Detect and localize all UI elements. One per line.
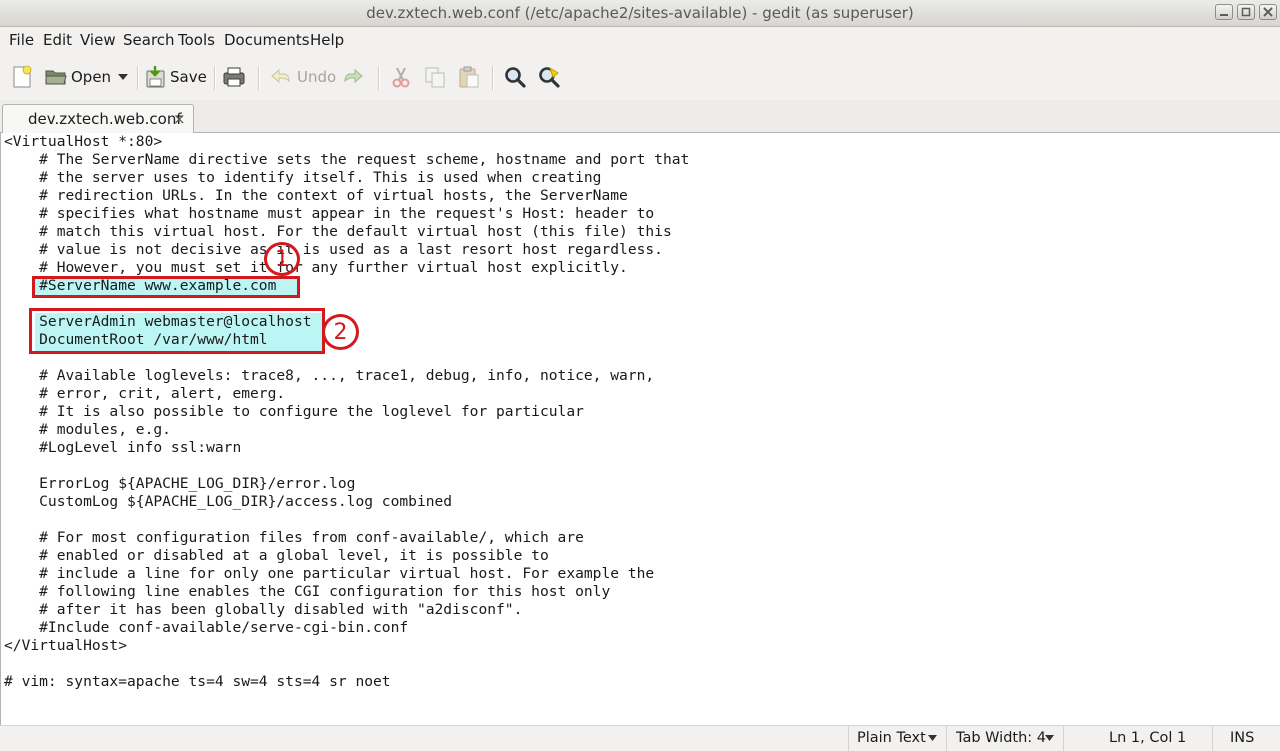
close-window-button[interactable] <box>1259 4 1277 20</box>
minimize-button[interactable] <box>1215 4 1233 20</box>
editor-line: # For most configuration files from conf… <box>4 529 584 546</box>
annotation-marker-1: 1 <box>264 242 300 276</box>
editor-line: CustomLog ${APACHE_LOG_DIR}/access.log c… <box>4 493 453 510</box>
editor-line: ErrorLog ${APACHE_LOG_DIR}/error.log <box>4 475 356 492</box>
open-dropdown-icon[interactable] <box>116 72 130 96</box>
editor-line: #Include conf-available/serve-cgi-bin.co… <box>4 619 409 636</box>
print-icon[interactable] <box>222 65 246 89</box>
editor-line: # following line enables the CGI configu… <box>4 583 611 600</box>
text-editor[interactable]: <VirtualHost *:80> # The ServerName dire… <box>0 133 1280 725</box>
menu-file[interactable]: File <box>9 31 34 49</box>
editor-line: #LogLevel info ssl:warn <box>4 439 242 456</box>
language-selector[interactable]: Plain Text <box>857 730 926 746</box>
editor-line: # specifies what hostname must appear in… <box>4 205 655 222</box>
editor-line: # error, crit, alert, emerg. <box>4 385 286 402</box>
menu-view[interactable]: View <box>80 31 116 49</box>
editor-line: </VirtualHost> <box>4 637 128 654</box>
editor-line: # match this virtual host. For the defau… <box>4 223 672 240</box>
copy-icon[interactable] <box>423 65 447 89</box>
tab-dev-zxtech-web-conf[interactable]: dev.zxtech.web.conf × <box>2 104 194 133</box>
chevron-down-icon <box>1045 735 1054 741</box>
window-titlebar: dev.zxtech.web.conf (/etc/apache2/sites-… <box>0 0 1280 27</box>
save-icon[interactable] <box>144 65 168 89</box>
find-replace-icon[interactable] <box>537 65 561 89</box>
annotation-marker-2: 2 <box>322 314 359 350</box>
window-title: dev.zxtech.web.conf (/etc/apache2/sites-… <box>366 4 914 22</box>
close-icon <box>1263 7 1273 17</box>
menu-documents[interactable]: Documents <box>224 31 310 49</box>
cut-icon[interactable] <box>389 65 413 89</box>
editor-line: # the server uses to identify itself. Th… <box>4 169 602 186</box>
document-tabbar: dev.zxtech.web.conf × <box>0 100 1280 133</box>
menu-search[interactable]: Search <box>123 31 175 49</box>
new-document-icon[interactable] <box>10 65 34 89</box>
insert-mode: INS <box>1230 730 1255 746</box>
chevron-down-icon <box>928 735 937 741</box>
editor-line: # value is not decisive as it is used as… <box>4 241 663 258</box>
undo-icon[interactable] <box>268 65 292 89</box>
annotation-box-1 <box>32 276 300 298</box>
open-button[interactable]: Open <box>71 68 111 86</box>
menu-help[interactable]: Help <box>310 31 344 49</box>
editor-line: # after it has been globally disabled wi… <box>4 601 523 618</box>
minimize-icon <box>1220 14 1228 16</box>
editor-line: # Available loglevels: trace8, ..., trac… <box>4 367 655 384</box>
tab-width-selector[interactable]: Tab Width: 4 <box>956 730 1046 746</box>
search-icon[interactable] <box>503 65 527 89</box>
editor-line: # vim: syntax=apache ts=4 sw=4 sts=4 sr … <box>4 673 391 690</box>
undo-button[interactable]: Undo <box>297 68 336 86</box>
toolbar: Open Save Undo <box>0 54 1280 100</box>
maximize-button[interactable] <box>1237 4 1255 20</box>
editor-line: # It is also possible to configure the l… <box>4 403 584 420</box>
open-folder-icon[interactable] <box>44 65 68 89</box>
editor-line: <VirtualHost *:80> <box>4 133 163 150</box>
statusbar: Plain Text Tab Width: 4 Ln 1, Col 1 INS <box>0 725 1280 751</box>
editor-line: # redirection URLs. In the context of vi… <box>4 187 628 204</box>
maximize-icon <box>1241 7 1251 17</box>
redo-icon[interactable] <box>342 65 366 89</box>
editor-line: # include a line for only one particular… <box>4 565 655 582</box>
tab-close-icon[interactable]: × <box>173 110 186 128</box>
menu-edit[interactable]: Edit <box>43 31 72 49</box>
menu-tools[interactable]: Tools <box>178 31 215 49</box>
annotation-box-2 <box>29 308 325 354</box>
cursor-position: Ln 1, Col 1 <box>1109 730 1187 746</box>
paste-icon[interactable] <box>457 65 481 89</box>
tab-label: dev.zxtech.web.conf <box>28 110 182 128</box>
editor-line: # The ServerName directive sets the requ… <box>4 151 690 168</box>
editor-line: # modules, e.g. <box>4 421 171 438</box>
editor-line: # enabled or disabled at a global level,… <box>4 547 549 564</box>
editor-line: # However, you must set it for any furth… <box>4 259 628 276</box>
menubar: File Edit View Search Tools Documents He… <box>0 27 1280 54</box>
save-button[interactable]: Save <box>170 68 207 86</box>
